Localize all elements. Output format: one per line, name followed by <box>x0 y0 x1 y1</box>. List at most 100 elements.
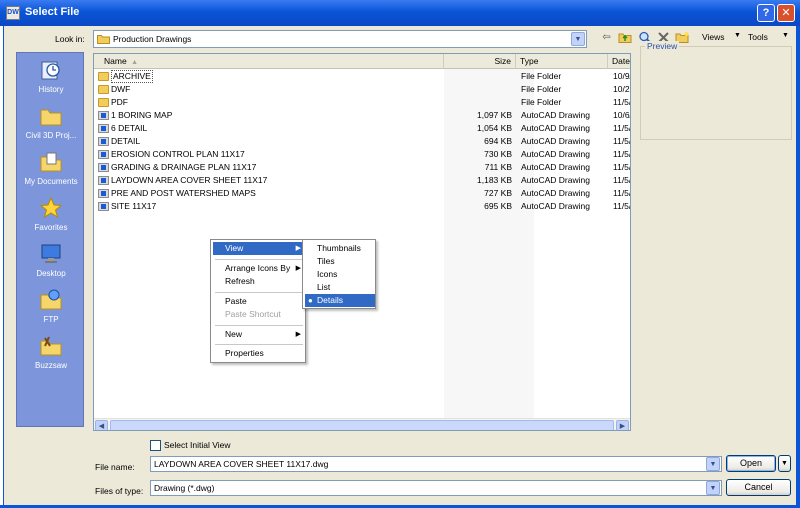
submenu-item-thumbnails[interactable]: Thumbnails <box>305 242 375 255</box>
look-in-combobox[interactable]: Production Drawings ▼ <box>93 30 587 48</box>
window-title: Select File <box>25 6 80 18</box>
submenu-item-details[interactable]: ● Details <box>305 294 375 307</box>
file-type-cell: File Folder <box>521 97 562 107</box>
file-size-cell: 711 KB <box>484 162 512 172</box>
table-row[interactable]: DWF File Folder 10/2: <box>94 83 631 96</box>
file-name-cell: PRE AND POST WATERSHED MAPS <box>111 188 256 198</box>
sort-ascending-icon: ▲ <box>131 59 138 66</box>
file-date-cell: 11/5/ <box>613 175 631 185</box>
file-name-cell: SITE 11X17 <box>111 201 157 211</box>
dwg-file-icon <box>98 202 109 211</box>
file-size-cell: 1,183 KB <box>477 175 512 185</box>
file-type-cell: AutoCAD Drawing <box>521 201 590 211</box>
column-header-date[interactable]: Date <box>608 54 630 69</box>
tools-menu[interactable]: Tools <box>748 32 768 42</box>
views-menu[interactable]: Views <box>702 32 725 42</box>
cancel-button[interactable]: Cancel <box>726 479 791 496</box>
place-civil3d-projects[interactable]: Civil 3D Proj... <box>17 103 85 149</box>
preview-panel: Preview <box>640 41 792 140</box>
table-row[interactable]: LAYDOWN AREA COVER SHEET 11X17 1,183 KB Au… <box>94 174 631 187</box>
place-history[interactable]: History <box>17 57 85 103</box>
views-dropdown-arrow-icon[interactable]: ▼ <box>734 32 741 39</box>
ftp-icon <box>40 289 62 310</box>
scroll-left-icon[interactable]: ◀ <box>95 420 108 430</box>
folder-icon <box>40 109 62 126</box>
table-row[interactable]: GRADING & DRAINAGE PLAN 11X17 711 KB AutoC… <box>94 161 630 174</box>
column-header-name[interactable]: Name ▲ <box>94 54 444 69</box>
submenu-arrow-icon: ▶ <box>295 265 301 272</box>
file-name-cell: 1 BORING MAP <box>111 110 173 120</box>
open-options-arrow-icon[interactable]: ▼ <box>778 455 791 472</box>
open-button[interactable]: Open <box>726 455 776 472</box>
up-folder-icon[interactable] <box>618 31 633 45</box>
buzzsaw-icon <box>40 336 62 356</box>
column-name-label: Name <box>104 56 127 66</box>
column-header-type[interactable]: Type <box>516 54 608 69</box>
tools-dropdown-arrow-icon[interactable]: ▼ <box>782 32 789 39</box>
chevron-down-icon[interactable]: ▼ <box>706 481 720 495</box>
menu-item-paste-shortcut: Paste Shortcut <box>225 309 281 319</box>
scrollbar-thumb[interactable] <box>110 420 614 430</box>
horizontal-scrollbar[interactable]: ◀ ▶ <box>94 418 630 430</box>
dwg-file-icon <box>98 124 109 133</box>
help-button[interactable]: ? <box>757 4 775 22</box>
file-name-combobox[interactable]: LAYDOWN AREA COVER SHEET 11X17.dwg ▼ <box>150 456 722 472</box>
look-in-label: Look in: <box>55 34 85 44</box>
file-size-cell: 1,054 KB <box>477 123 512 133</box>
table-row[interactable]: DETAIL 694 KB AutoCAD Drawing 11/5/ <box>94 135 630 148</box>
place-buzzsaw[interactable]: Buzzsaw <box>17 333 85 379</box>
back-arrow-icon[interactable]: ⇦ <box>599 31 614 45</box>
title-bar[interactable]: DW Select File ? ✕ <box>0 0 800 26</box>
dwg-icon: DW <box>6 6 20 20</box>
table-row[interactable]: SITE 11X17 695 KB AutoCAD Drawing 11/5/ <box>94 200 630 213</box>
file-list-header: Name ▲ Size Type Date <box>94 54 630 69</box>
menu-item-properties[interactable]: Properties <box>213 347 305 360</box>
place-favorites[interactable]: Favorites <box>17 195 85 241</box>
file-type-cell: AutoCAD Drawing <box>521 149 590 159</box>
files-of-type-combobox[interactable]: Drawing (*.dwg) ▼ <box>150 480 722 496</box>
menu-item-paste[interactable]: Paste <box>213 295 305 308</box>
place-ftp[interactable]: FTP <box>17 287 85 333</box>
file-size-cell: 695 KB <box>484 201 512 211</box>
files-of-type-value: Drawing (*.dwg) <box>154 483 215 493</box>
menu-arrange-label: Arrange Icons By <box>225 263 291 273</box>
dwg-file-icon <box>98 163 109 172</box>
menu-item-new[interactable]: New ▶ <box>213 328 305 341</box>
menu-item-view[interactable]: View ▶ <box>213 242 305 255</box>
table-row[interactable]: PDF File Folder 11/5/ <box>94 96 630 109</box>
table-row[interactable]: 6 DETAIL 1,054 KB AutoCAD Drawing 11/5/ <box>94 122 630 135</box>
checkbox-box[interactable] <box>150 440 161 451</box>
file-name-label: File name: <box>95 462 135 472</box>
column-header-size[interactable]: Size <box>444 54 516 69</box>
place-desktop-label: Desktop <box>36 269 66 278</box>
scroll-right-icon[interactable]: ▶ <box>616 420 629 430</box>
close-button[interactable]: ✕ <box>777 4 795 22</box>
table-row[interactable]: PRE AND POST WATERSHED MAPS 727 KB AutoCAD… <box>94 187 630 200</box>
place-history-label: History <box>38 85 64 94</box>
place-my-documents[interactable]: My Documents <box>17 149 85 195</box>
file-name-cell: GRADING & DRAINAGE PLAN 11X17 <box>111 162 257 172</box>
table-row[interactable]: 1 BORING MAP 1,097 KB AutoCAD Drawing 10/6/ <box>94 109 630 122</box>
file-type-cell: File Folder <box>521 84 562 94</box>
chevron-down-icon[interactable]: ▼ <box>706 457 720 471</box>
context-menu: View ▶ Arrange Icons By ▶ Refresh Paste Pa… <box>210 239 306 363</box>
file-type-cell: AutoCAD Drawing <box>521 123 590 133</box>
table-row[interactable]: ARCHIVE File Folder 10/9/ <box>94 70 630 83</box>
file-type-cell: File Folder <box>521 71 562 81</box>
menu-item-arrange-icons-by[interactable]: Arrange Icons By ▶ <box>213 262 305 275</box>
table-row[interactable]: EROSION CONTROL PLAN 11X17 730 KB AutoCAD … <box>94 148 630 161</box>
file-date-cell: 10/2: <box>613 84 631 94</box>
submenu-item-list[interactable]: List <box>305 281 375 294</box>
menu-separator <box>215 325 303 326</box>
submenu-details-label: Details <box>317 295 343 305</box>
submenu-arrow-icon: ▶ <box>295 245 301 252</box>
file-type-cell: AutoCAD Drawing <box>521 110 590 120</box>
submenu-item-icons[interactable]: Icons <box>305 268 375 281</box>
submenu-item-tiles[interactable]: Tiles <box>305 255 375 268</box>
chevron-down-icon[interactable]: ▼ <box>571 32 585 46</box>
favorites-star-icon <box>39 197 63 219</box>
menu-new-label: New <box>225 329 243 339</box>
menu-item-refresh[interactable]: Refresh <box>213 275 305 288</box>
place-desktop[interactable]: Desktop <box>17 241 85 287</box>
dwg-file-icon <box>98 137 109 146</box>
